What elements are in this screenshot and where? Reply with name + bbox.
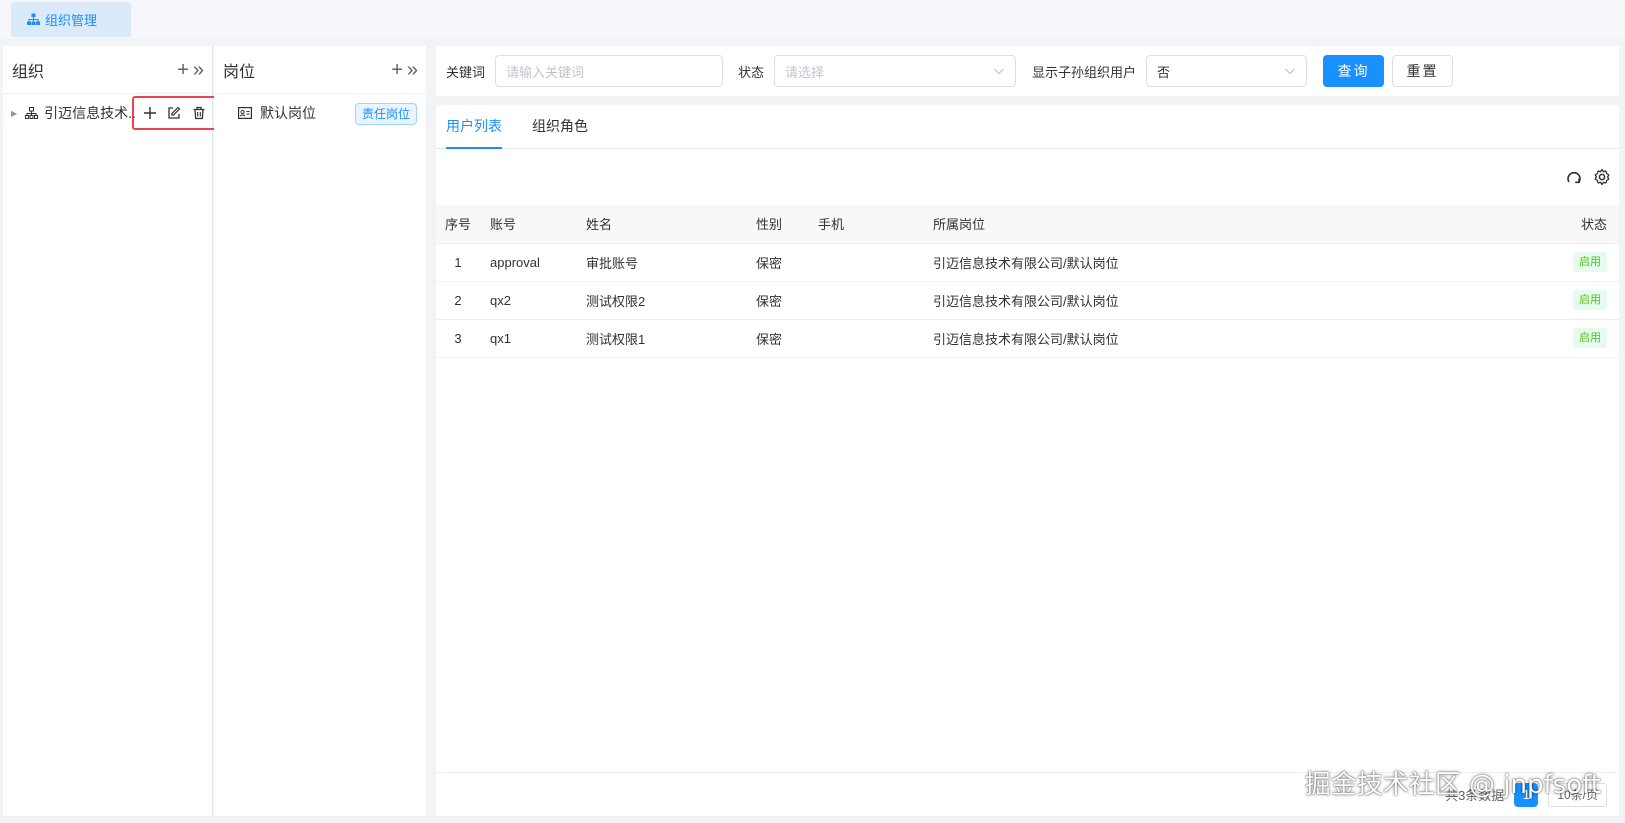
org-tree-icon (27, 13, 40, 25)
cell-gender: 保密 (746, 243, 808, 282)
tab-user-list[interactable]: 用户列表 (446, 104, 502, 149)
table-header-row: 序号 账号 姓名 性别 手机 所属岗位 状态 (436, 205, 1619, 244)
cell-phone (808, 281, 923, 320)
org-panel-title: 组织 (12, 63, 45, 81)
chevron-down-icon (994, 68, 1004, 75)
status-badge: 启用 (1573, 290, 1607, 310)
collapse-post-panel-icon[interactable]: » (407, 60, 418, 80)
query-button[interactable]: 查询 (1323, 55, 1385, 87)
table-toolbar (436, 149, 1619, 205)
tab-org-roles[interactable]: 组织角色 (532, 104, 588, 148)
add-icon[interactable] (143, 106, 157, 120)
show-sub-users-label: 显示子孙组织用户 (1032, 64, 1137, 80)
show-sub-users-value: 否 (1157, 64, 1171, 80)
cell-status: 启用 (1553, 319, 1619, 358)
table-row[interactable]: 2 qx2 测试权限2 保密 引迈信息技术有限公司/默认岗位 启用 (436, 281, 1619, 320)
col-index: 序号 (436, 205, 480, 244)
add-org-icon[interactable]: + (177, 60, 189, 80)
watermark: 掘金技术社区 @ jnpfsoft (1304, 770, 1601, 800)
cell-account: approval (480, 243, 576, 282)
col-status: 状态 (1553, 205, 1619, 244)
main-panel: 用户列表 组织角色 序号 账号 姓名 性别 手机 所属岗位 状态 1 appro… (436, 105, 1619, 816)
cell-index: 1 (436, 243, 480, 282)
keyword-label: 关键词 (446, 64, 486, 80)
cell-account: qx2 (480, 281, 576, 320)
tree-node-label: 引迈信息技术... (44, 105, 137, 121)
keyword-input[interactable]: 请输入关键词 (495, 55, 724, 87)
reset-button[interactable]: 重置 (1392, 55, 1454, 87)
cell-account: qx1 (480, 319, 576, 358)
status-badge: 启用 (1573, 252, 1607, 272)
col-name: 姓名 (576, 205, 746, 244)
collapse-org-panel-icon[interactable]: » (193, 60, 204, 80)
cell-post: 引迈信息技术有限公司/默认岗位 (923, 281, 1553, 320)
table-row[interactable]: 1 approval 审批账号 保密 引迈信息技术有限公司/默认岗位 启用 (436, 243, 1619, 282)
col-phone: 手机 (808, 205, 923, 244)
cell-name: 审批账号 (576, 243, 746, 282)
tree-node-org[interactable]: ▶ 引迈信息技术... (3, 96, 217, 130)
status-label: 状态 (738, 64, 765, 80)
cell-status: 启用 (1553, 281, 1619, 320)
cell-index: 3 (436, 319, 480, 358)
cell-status: 启用 (1553, 243, 1619, 282)
cell-gender: 保密 (746, 281, 808, 320)
col-post: 所属岗位 (923, 205, 1553, 244)
cell-gender: 保密 (746, 319, 808, 358)
org-tree-icon (25, 106, 39, 119)
caret-right-icon[interactable]: ▶ (11, 109, 17, 118)
edit-icon[interactable] (167, 106, 181, 120)
post-panel-title: 岗位 (223, 63, 256, 81)
add-post-icon[interactable]: + (391, 60, 403, 80)
tab-label: 组织管理 (45, 13, 98, 28)
top-tab-bar: 组织管理 (0, 0, 1625, 38)
org-panel: 组织 + » ▶ 引迈信息技术... (3, 46, 217, 816)
cell-index: 2 (436, 281, 480, 320)
col-gender: 性别 (746, 205, 808, 244)
post-item-label: 默认岗位 (260, 105, 316, 121)
status-placeholder: 请选择 (785, 64, 825, 80)
table-row[interactable]: 3 qx1 测试权限1 保密 引迈信息技术有限公司/默认岗位 启用 (436, 319, 1619, 358)
refresh-icon[interactable] (1565, 168, 1583, 186)
col-account: 账号 (480, 205, 576, 244)
search-bar: 关键词 请输入关键词 状态 请选择 显示子孙组织用户 否 查询 重置 (436, 46, 1619, 96)
post-item[interactable]: 默认岗位 责任岗位 (214, 95, 426, 131)
show-sub-users-select[interactable]: 否 (1146, 55, 1308, 87)
keyword-placeholder: 请输入关键词 (506, 64, 585, 80)
gear-icon[interactable] (1593, 168, 1611, 186)
id-card-icon (238, 107, 252, 119)
tree-node-actions (132, 96, 217, 130)
tab-org-management[interactable]: 组织管理 (11, 2, 131, 37)
user-table: 序号 账号 姓名 性别 手机 所属岗位 状态 1 approval 审批账号 保… (436, 205, 1619, 358)
status-badge: 启用 (1573, 328, 1607, 348)
cell-post: 引迈信息技术有限公司/默认岗位 (923, 319, 1553, 358)
cell-phone (808, 319, 923, 358)
status-select[interactable]: 请选择 (774, 55, 1017, 87)
chevron-down-icon (1285, 68, 1295, 75)
cell-phone (808, 243, 923, 282)
post-panel-header: 岗位 + » (214, 46, 426, 94)
delete-icon[interactable] (192, 106, 206, 120)
post-panel: 岗位 + » 默认岗位 责任岗位 (214, 46, 426, 816)
cell-post: 引迈信息技术有限公司/默认岗位 (923, 243, 1553, 282)
org-panel-header: 组织 + » (3, 46, 212, 94)
cell-name: 测试权限1 (576, 319, 746, 358)
content-tabs: 用户列表 组织角色 (436, 105, 1619, 149)
post-type-tag: 责任岗位 (354, 103, 417, 125)
cell-name: 测试权限2 (576, 281, 746, 320)
